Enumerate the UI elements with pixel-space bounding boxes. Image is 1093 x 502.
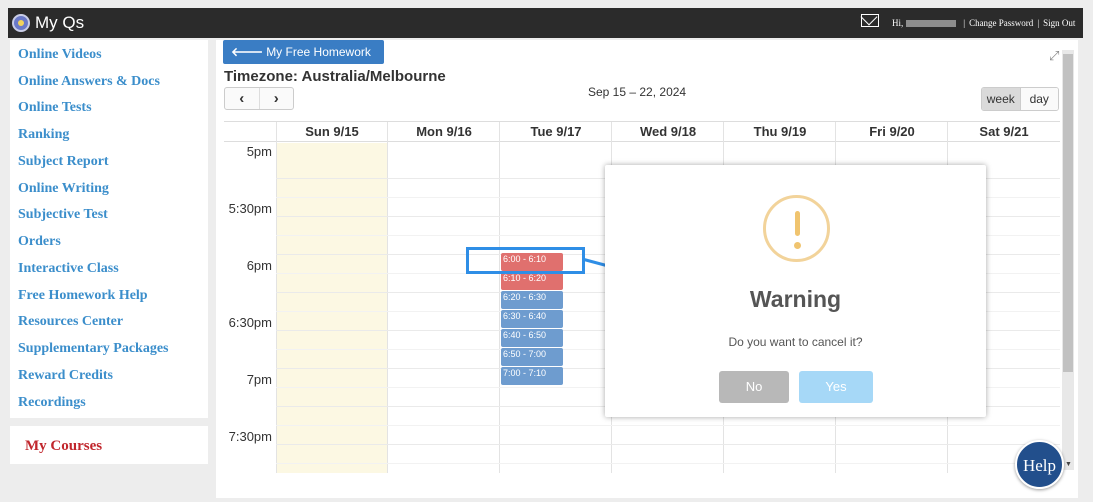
- day-header: Thu 9/19: [753, 124, 807, 139]
- mail-icon[interactable]: [861, 14, 879, 27]
- sidebar-item-online-answers-docs[interactable]: Online Answers & Docs: [18, 74, 160, 90]
- view-day-button[interactable]: day: [1019, 88, 1058, 110]
- calendar-header: Sun 9/15 Mon 9/16 Tue 9/17 Wed 9/18 Thu …: [224, 122, 1060, 142]
- day-header: Sat 9/21: [979, 124, 1029, 139]
- page: My Qs Hi, | Change Password | Sign Out Onlin…: [0, 0, 1093, 502]
- next-week-button[interactable]: ›: [258, 88, 294, 109]
- event-slot[interactable]: 7:00 - 7:10: [501, 367, 563, 385]
- time-label: 7:30pm: [228, 429, 272, 444]
- my-courses-panel: My Courses: [10, 426, 208, 464]
- arrow-left-icon: 🡐: [231, 45, 264, 59]
- dialog-message: Do you want to cancel it?: [728, 335, 863, 349]
- timezone-label: Timezone: Australia/Melbourne: [224, 68, 446, 85]
- prev-week-button[interactable]: ‹: [225, 88, 259, 109]
- sidebar-item-online-tests[interactable]: Online Tests: [18, 100, 92, 116]
- scroll-thumb[interactable]: [1063, 54, 1073, 372]
- scrollbar[interactable]: [1062, 50, 1074, 470]
- sidebar-item-free-homework-help[interactable]: Free Homework Help: [18, 288, 148, 304]
- grid-line: [276, 425, 1060, 426]
- caret-down-icon[interactable]: ▼: [1065, 461, 1072, 468]
- event-slot[interactable]: 6:10 - 6:20: [501, 272, 563, 290]
- back-button[interactable]: 🡐 My Free Homework Help: [223, 40, 384, 83]
- sidebar-item-interactive-class[interactable]: Interactive Class: [18, 261, 119, 277]
- time-label: 7pm: [246, 372, 272, 387]
- highlight-box: [466, 247, 585, 274]
- sidebar-item-ranking[interactable]: Ranking: [18, 127, 69, 143]
- day-header: Tue 9/17: [530, 124, 582, 139]
- sidebar-item-online-videos[interactable]: Online Videos: [18, 47, 102, 63]
- event-slot[interactable]: 6:50 - 7:00: [501, 348, 563, 366]
- view-week-button[interactable]: week: [982, 88, 1020, 110]
- user-links: Hi, | Change Password | Sign Out: [892, 18, 1075, 28]
- greeting: Hi,: [892, 18, 904, 28]
- sidebar-item-online-writing[interactable]: Online Writing: [18, 181, 109, 197]
- view-switch: week day: [981, 87, 1059, 111]
- expand-icon[interactable]: ⤢: [1049, 48, 1063, 63]
- separator: |: [963, 18, 966, 28]
- warning-icon: [763, 195, 830, 262]
- dialog-title: Warning: [749, 286, 842, 312]
- warning-icon-dot: [794, 242, 801, 249]
- sidebar-item-subject-report[interactable]: Subject Report: [18, 154, 109, 170]
- warning-icon-bar: [795, 211, 800, 236]
- sidebar-item-reward-credits[interactable]: Reward Credits: [18, 368, 113, 384]
- grid-line: [499, 122, 500, 473]
- event-slot[interactable]: 6:20 - 6:30: [501, 291, 563, 309]
- help-button[interactable]: Help: [1015, 440, 1064, 489]
- sidebar-item-supplementary-packages[interactable]: Supplementary Packages: [18, 341, 169, 357]
- grid-line: [276, 444, 1060, 445]
- separator: |: [1037, 18, 1040, 28]
- my-courses-link[interactable]: My Courses: [25, 438, 102, 455]
- grid-line: [276, 122, 277, 473]
- sidebar: Online Videos Online Answers & Docs Onli…: [10, 40, 208, 418]
- app-title: My Qs: [35, 13, 85, 32]
- event-slot[interactable]: 6:30 - 6:40: [501, 310, 563, 328]
- change-password-link[interactable]: Change Password: [969, 18, 1033, 28]
- warning-dialog: Warning Do you want to cancel it? No Yes: [605, 165, 986, 417]
- time-label: 5pm: [246, 144, 272, 159]
- top-bar: My Qs Hi, | Change Password | Sign Out: [8, 8, 1083, 38]
- grid-line: [387, 122, 388, 473]
- grid-line: [276, 463, 1060, 464]
- username-redacted: [906, 20, 957, 28]
- day-header: Sun 9/15: [305, 124, 359, 139]
- day-header: Fri 9/20: [869, 124, 915, 139]
- sidebar-item-resources-center[interactable]: Resources Center: [18, 314, 123, 330]
- sidebar-item-subjective-test[interactable]: Subjective Test: [18, 207, 108, 223]
- day-header: Mon 9/16: [416, 124, 472, 139]
- time-label: 6pm: [246, 258, 272, 273]
- no-button[interactable]: No: [719, 371, 789, 403]
- date-range: Sep 15 – 22, 2024: [588, 85, 687, 99]
- sidebar-item-recordings[interactable]: Recordings: [18, 395, 86, 411]
- day-header: Wed 9/18: [639, 124, 697, 139]
- week-nav: ‹ ›: [224, 87, 294, 110]
- time-label: 6:30pm: [228, 315, 272, 330]
- globe-logo-icon: [12, 14, 30, 32]
- yes-button[interactable]: Yes: [799, 371, 873, 403]
- today-column: [276, 143, 387, 473]
- time-label: 5:30pm: [228, 201, 272, 216]
- event-slot[interactable]: 6:40 - 6:50: [501, 329, 563, 347]
- sign-out-link[interactable]: Sign Out: [1043, 18, 1075, 28]
- sidebar-item-orders[interactable]: Orders: [18, 234, 61, 250]
